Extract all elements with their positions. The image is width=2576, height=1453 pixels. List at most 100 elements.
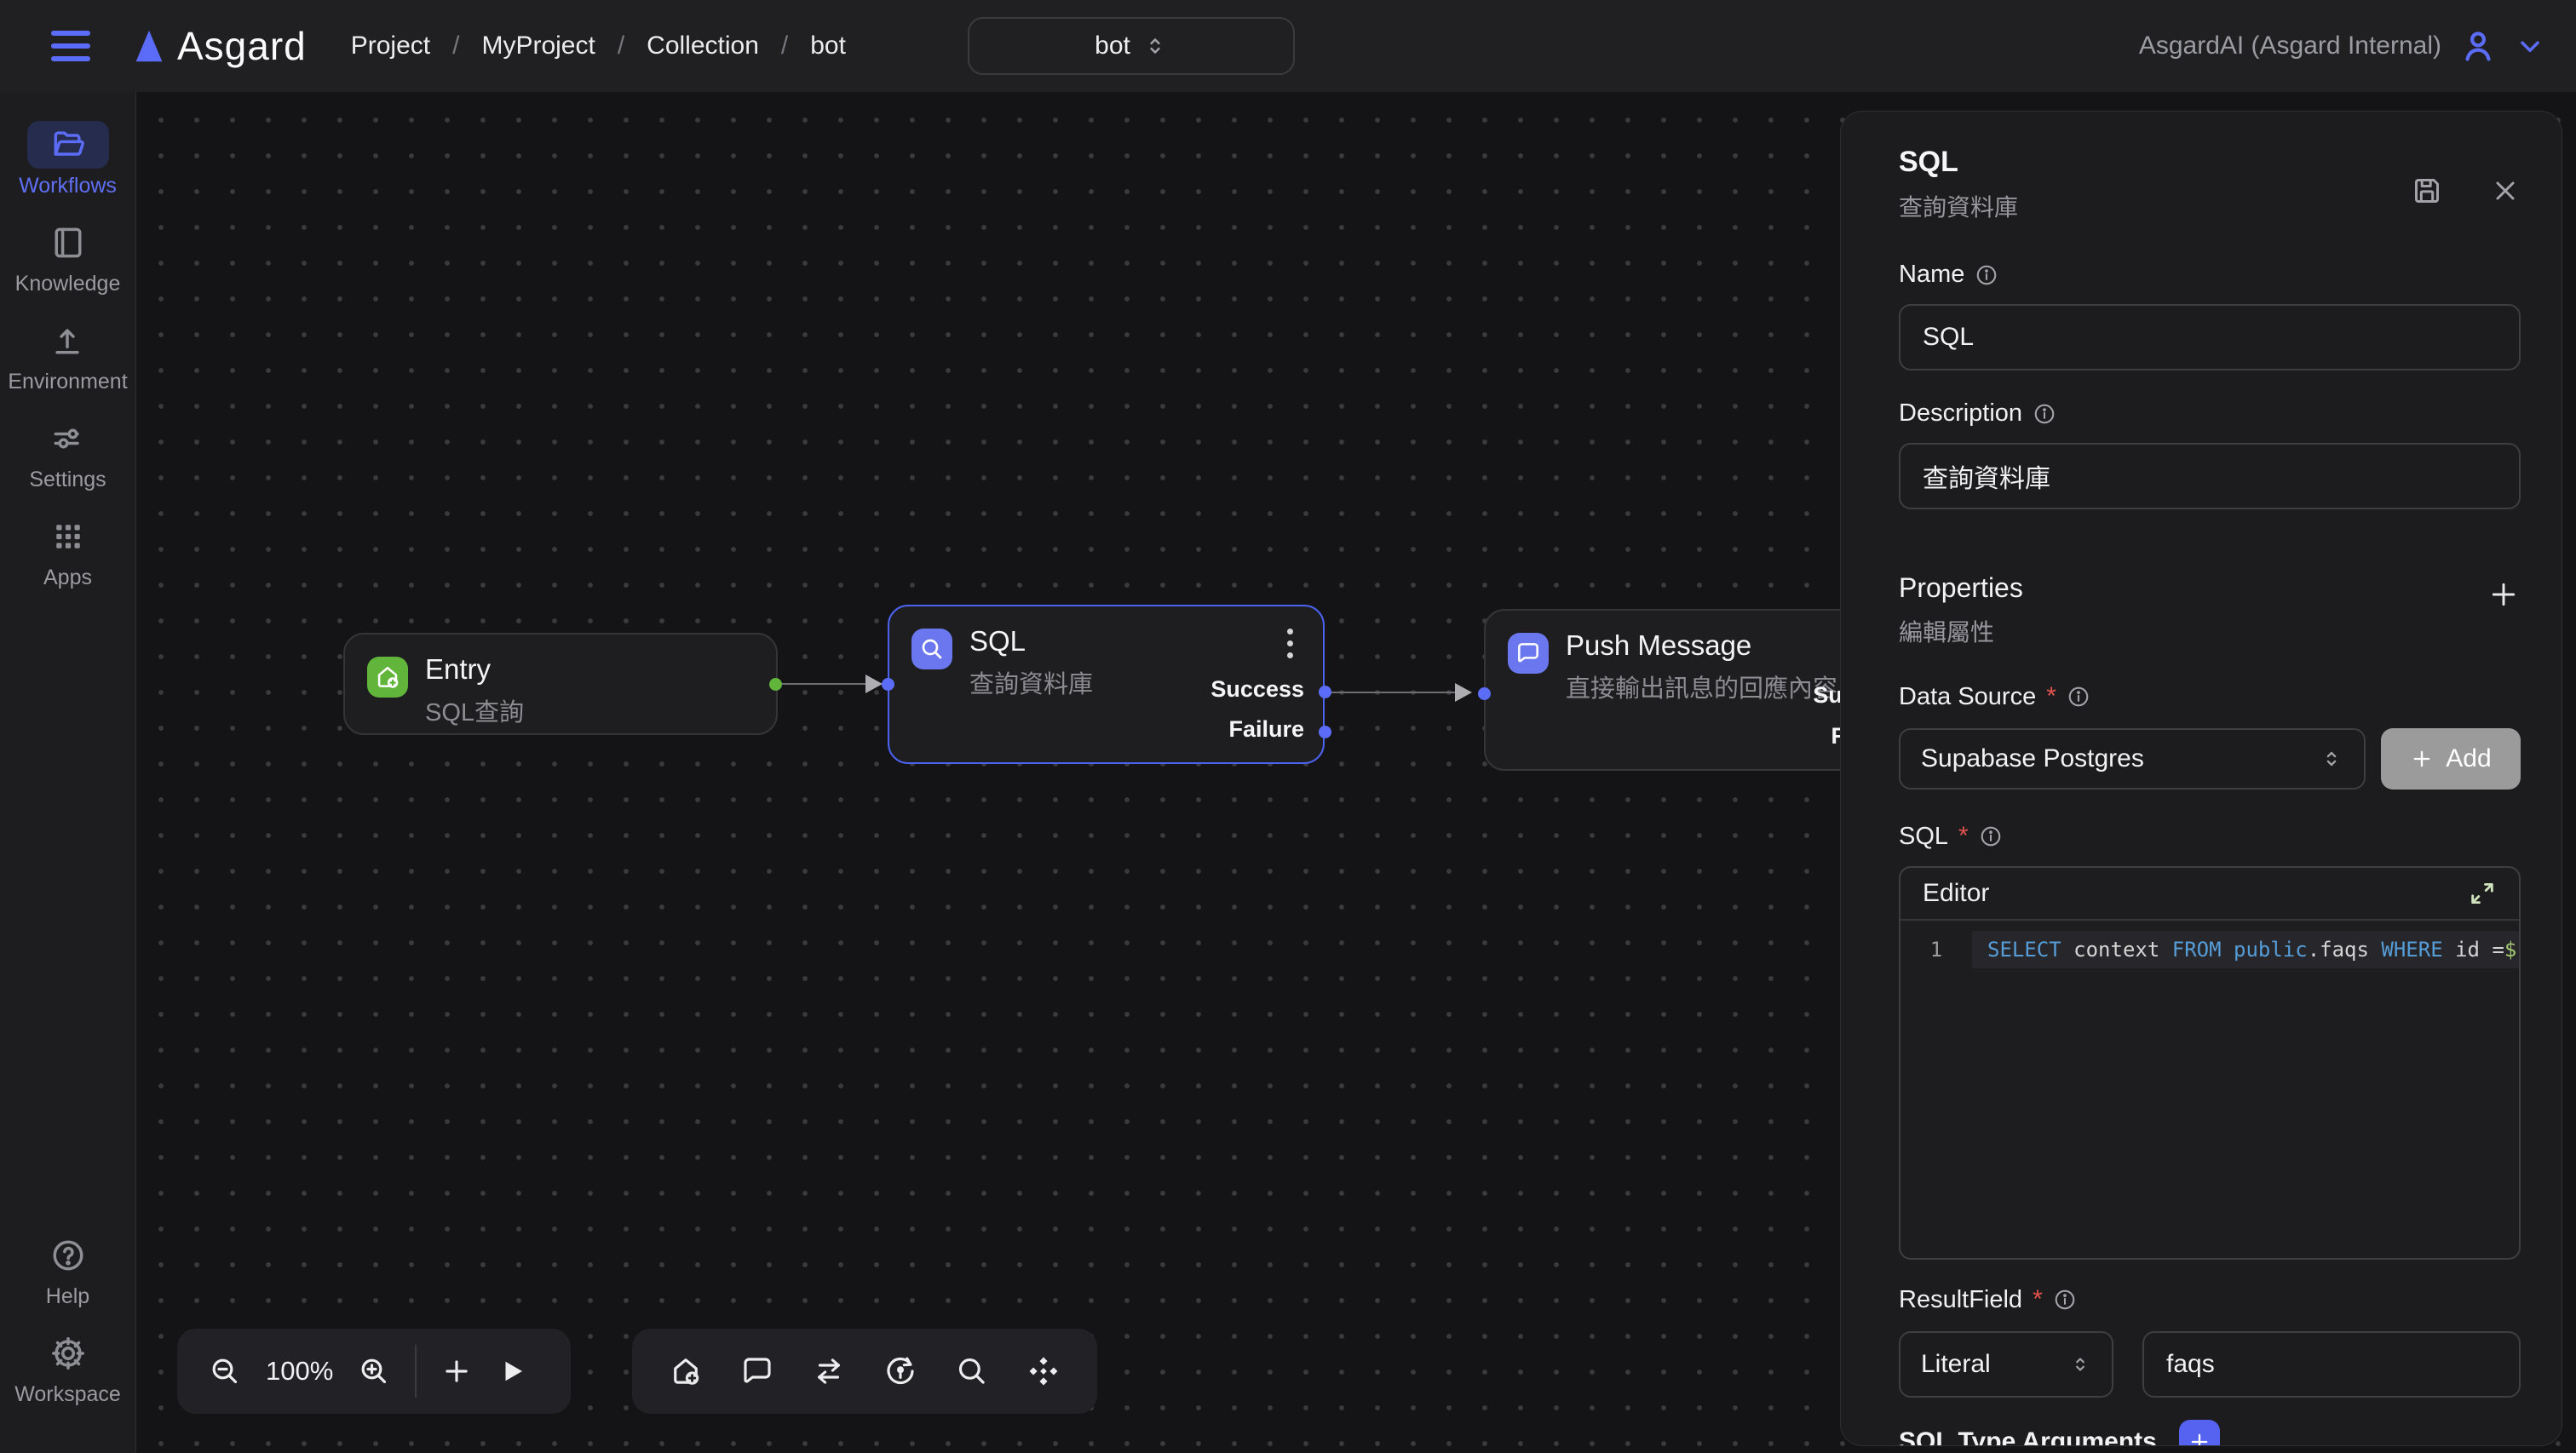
breadcrumb-separator: / (452, 32, 459, 60)
sql-token: $ (2504, 938, 2516, 962)
port-sql-input[interactable] (882, 678, 894, 691)
info-icon[interactable] (2053, 1288, 2077, 1312)
idea-cycle-tool-icon[interactable] (883, 1353, 918, 1389)
sidebar-item-settings[interactable]: Settings (27, 415, 109, 492)
data-source-select[interactable]: Supabase Postgres (1899, 728, 2366, 790)
node-menu-kebab-icon[interactable] (1287, 629, 1294, 664)
panel-subtitle: 查詢資料庫 (1899, 189, 2018, 223)
required-marker: * (2033, 1285, 2043, 1314)
info-icon[interactable] (1979, 824, 2003, 848)
node-config-panel: SQL 查詢資料庫 Name Description Properties 編輯… (1840, 111, 2562, 1446)
port-push-input[interactable] (1478, 687, 1491, 700)
sidebar-item-knowledge[interactable]: Knowledge (15, 219, 121, 296)
triangle-logo-icon (129, 26, 169, 66)
info-icon[interactable] (1975, 263, 1998, 287)
port-sql-success[interactable] (1319, 686, 1331, 698)
zoom-in-icon[interactable] (357, 1354, 391, 1388)
node-title: Push Message (1566, 629, 1751, 662)
zoom-level[interactable]: 100% (266, 1356, 333, 1387)
workflow-selector[interactable]: bot (968, 17, 1295, 75)
output-label-failure: Failure (1228, 716, 1304, 743)
sidebar-item-label: Workflows (19, 174, 117, 198)
zoom-out-icon[interactable] (208, 1354, 242, 1388)
node-sql[interactable]: SQL 查詢資料庫 Success Failure (888, 605, 1325, 764)
name-input[interactable] (1899, 304, 2521, 370)
result-field-input[interactable] (2142, 1331, 2521, 1398)
output-label-success: Success (1210, 676, 1304, 703)
sidebar-item-workflows[interactable]: Workflows (19, 121, 117, 198)
search-tool-icon[interactable] (954, 1353, 990, 1389)
workflow-selector-value: bot (1095, 32, 1130, 60)
node-entry[interactable]: Entry SQL查詢 (343, 633, 778, 735)
result-field-type-select[interactable]: Literal (1899, 1331, 2113, 1398)
help-circle-icon (49, 1237, 87, 1274)
result-field-type-value: Literal (1921, 1350, 1991, 1379)
move-diamond-tool-icon[interactable] (1026, 1353, 1061, 1389)
port-sql-failure[interactable] (1319, 726, 1331, 738)
message-node-tool-icon[interactable] (739, 1353, 775, 1389)
menu-hamburger-icon[interactable] (51, 31, 90, 61)
add-sql-type-argument-button[interactable] (2179, 1420, 2220, 1446)
properties-label: Properties (1899, 572, 2023, 604)
entry-node-tool-icon[interactable] (668, 1353, 704, 1389)
sidebar-item-help[interactable]: Help (27, 1232, 109, 1309)
sql-token: WHERE (2381, 938, 2455, 962)
folder-icon (49, 126, 87, 164)
swap-arrows-tool-icon[interactable] (811, 1353, 847, 1389)
breadcrumb-project[interactable]: Project (351, 32, 430, 60)
sidebar-item-label: Workspace (14, 1382, 121, 1407)
add-data-source-button[interactable]: Add (2381, 728, 2521, 790)
edge-entry-to-sql[interactable] (781, 683, 870, 685)
chevron-down-icon[interactable] (2515, 31, 2545, 61)
save-icon[interactable] (2410, 174, 2444, 208)
gear-icon (49, 1335, 87, 1372)
node-palette-toolbar (632, 1329, 1097, 1414)
sql-token: . (2308, 938, 2320, 962)
sidebar-item-label: Environment (8, 370, 127, 394)
account-label: AsgardAI (Asgard Internal) (2139, 32, 2441, 60)
properties-subtitle: 編輯屬性 (1899, 614, 2023, 648)
editor-title: Editor (1923, 879, 1989, 908)
node-subtitle: 直接輸出訊息的回應內容 (1566, 672, 1847, 706)
add-property-plus-icon[interactable] (2487, 577, 2521, 612)
sidebar-item-label: Help (46, 1284, 89, 1309)
edge-arrowhead-icon (1455, 683, 1472, 702)
sql-token: FROM (2172, 938, 2234, 962)
home-plus-icon (367, 657, 408, 698)
description-input[interactable] (1899, 443, 2521, 509)
close-icon[interactable] (2490, 175, 2521, 206)
required-marker: * (2046, 682, 2056, 711)
edge-sql-success-to-push[interactable] (1331, 692, 1460, 693)
sql-token: context (2073, 938, 2172, 962)
chevron-updown-icon (1142, 33, 1168, 59)
sql-field-label: SQL (1899, 823, 1948, 851)
upload-icon (49, 322, 86, 359)
port-entry-output[interactable] (769, 678, 782, 691)
info-icon[interactable] (2067, 685, 2090, 709)
expand-icon[interactable] (2468, 879, 2497, 908)
info-icon[interactable] (2033, 402, 2056, 426)
chat-bubble-icon (1508, 633, 1549, 674)
breadcrumb-bot[interactable]: bot (810, 32, 846, 60)
sql-code-line[interactable]: SELECT context FROM public.faqs WHERE id… (1972, 931, 2519, 968)
node-subtitle: SQL查詢 (425, 696, 524, 730)
sql-token: = (2492, 938, 2504, 962)
result-field-label: ResultField (1899, 1286, 2022, 1314)
user-avatar-icon[interactable] (2458, 26, 2498, 66)
sidebar-item-environment[interactable]: Environment (8, 317, 127, 394)
sidebar-item-workspace[interactable]: Workspace (14, 1330, 121, 1407)
brand-logo[interactable]: Asgard (129, 23, 307, 69)
brand-name: Asgard (177, 23, 307, 69)
run-workflow-icon[interactable] (497, 1356, 527, 1387)
add-node-icon[interactable] (440, 1355, 473, 1387)
breadcrumb-collection[interactable]: Collection (647, 32, 759, 60)
node-subtitle: 查詢資料庫 (969, 668, 1093, 702)
sql-editor[interactable]: Editor 1 SELECT context FROM public.faqs… (1899, 866, 2521, 1260)
toolbar-divider (415, 1345, 417, 1398)
edge-arrowhead-icon (865, 675, 883, 693)
book-icon (49, 224, 87, 261)
sql-token: SELECT (1987, 938, 2073, 962)
node-title: Entry (425, 653, 491, 686)
sidebar-item-apps[interactable]: Apps (27, 513, 109, 590)
breadcrumb-myproject[interactable]: MyProject (481, 32, 595, 60)
